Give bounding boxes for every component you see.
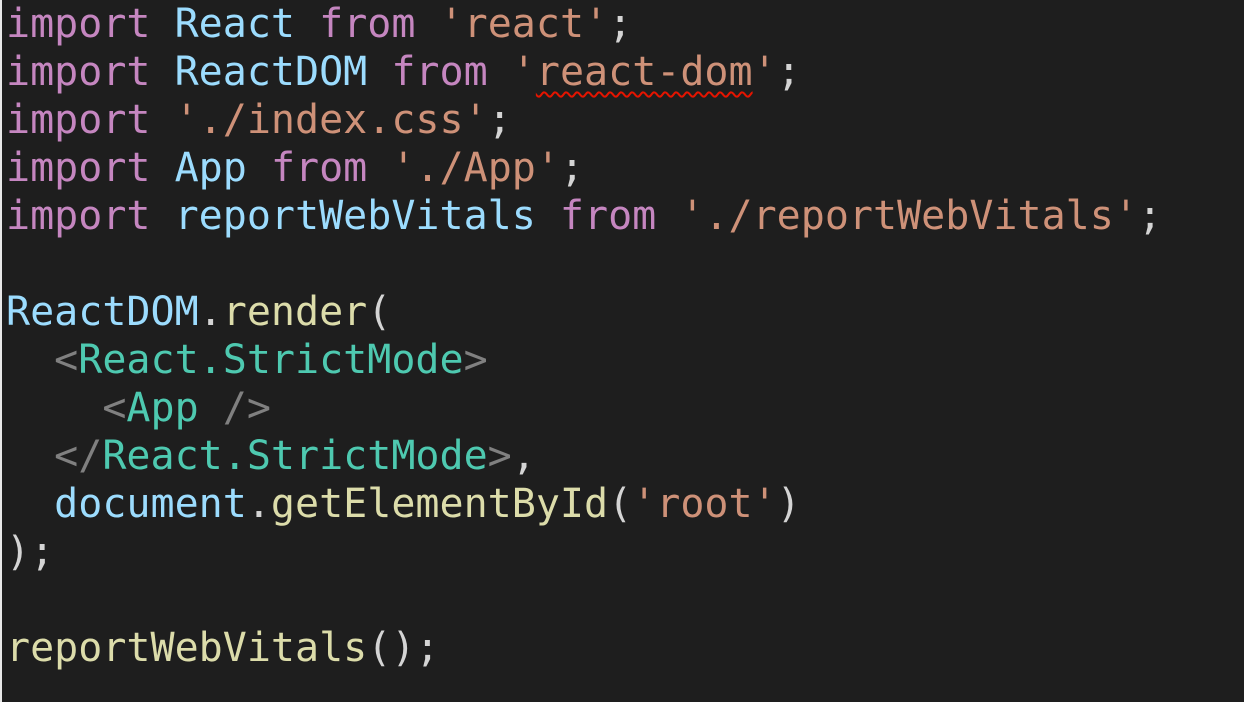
code-token: import — [6, 49, 151, 95]
code-token: render — [222, 289, 368, 335]
code-token: React.StrictMode — [102, 433, 488, 479]
code-token: from — [391, 49, 488, 95]
code-line[interactable]: import reportWebVitals from './reportWeb… — [6, 192, 1244, 240]
code-token: 'root' — [632, 481, 777, 527]
code-editor[interactable]: import React from 'react'; import ReactDO… — [0, 0, 1244, 702]
code-token: (); — [367, 625, 440, 671]
code-token: './index.css' — [174, 97, 488, 143]
code-token: React — [174, 1, 296, 47]
code-token: < — [54, 337, 79, 383]
code-token: App — [174, 145, 247, 191]
code-area[interactable]: import React from 'react'; import ReactDO… — [6, 0, 1244, 672]
code-line[interactable]: import './index.css'; — [6, 96, 1244, 144]
code-token: import — [6, 1, 151, 47]
code-token: , — [511, 433, 536, 479]
code-token: ' — [752, 49, 777, 95]
code-line[interactable]: import React from 'react'; — [6, 0, 1244, 48]
code-token: document — [54, 481, 247, 527]
code-token: ReactDOM — [6, 289, 199, 335]
code-line[interactable]: import ReactDOM from 'react-dom'; — [6, 48, 1244, 96]
code-line[interactable]: reportWebVitals(); — [6, 624, 1244, 672]
code-line[interactable]: ReactDOM.render( — [6, 288, 1244, 336]
code-token: ReactDOM — [174, 49, 368, 95]
code-token: ( — [608, 481, 633, 527]
code-token: . — [246, 481, 271, 527]
code-token: /> — [198, 385, 271, 431]
code-token: App — [126, 385, 199, 431]
code-token: './App' — [391, 145, 560, 191]
code-line[interactable] — [6, 240, 1244, 288]
code-token: import — [6, 145, 151, 191]
code-line[interactable]: <App /> — [6, 384, 1244, 432]
code-token: < — [102, 385, 127, 431]
code-token: 'react' — [439, 1, 609, 47]
code-token: </ — [54, 433, 103, 479]
code-line[interactable]: ); — [6, 528, 1244, 576]
code-token: ); — [6, 529, 55, 575]
code-token: from — [270, 145, 368, 191]
code-token: getElementById — [270, 481, 609, 527]
code-token: from — [319, 1, 416, 47]
code-token: ) — [776, 481, 801, 527]
code-line[interactable]: </React.StrictMode>, — [6, 432, 1244, 480]
code-line[interactable] — [6, 576, 1244, 624]
code-token: . — [198, 289, 223, 335]
code-token-error: react-dom — [535, 49, 753, 95]
code-token: ( — [367, 289, 392, 335]
code-token: ; — [487, 97, 512, 143]
code-line[interactable]: import App from './App'; — [6, 144, 1244, 192]
code-token: reportWebVitals — [174, 193, 536, 239]
code-token: './reportWebVitals' — [680, 193, 1138, 239]
code-token: React.StrictMode — [78, 337, 464, 383]
code-line[interactable]: document.getElementById('root') — [6, 480, 1244, 528]
code-token: from — [559, 193, 657, 239]
code-token: ; — [1137, 193, 1162, 239]
code-token: import — [6, 193, 151, 239]
code-token: import — [6, 97, 151, 143]
code-token: ; — [608, 1, 633, 47]
code-token: reportWebVitals — [6, 625, 368, 671]
code-token: > — [463, 337, 488, 383]
code-token: > — [487, 433, 512, 479]
code-line[interactable]: <React.StrictMode> — [6, 336, 1244, 384]
code-token: ' — [511, 49, 536, 95]
code-token: ; — [776, 49, 801, 95]
code-token: ; — [559, 145, 585, 191]
